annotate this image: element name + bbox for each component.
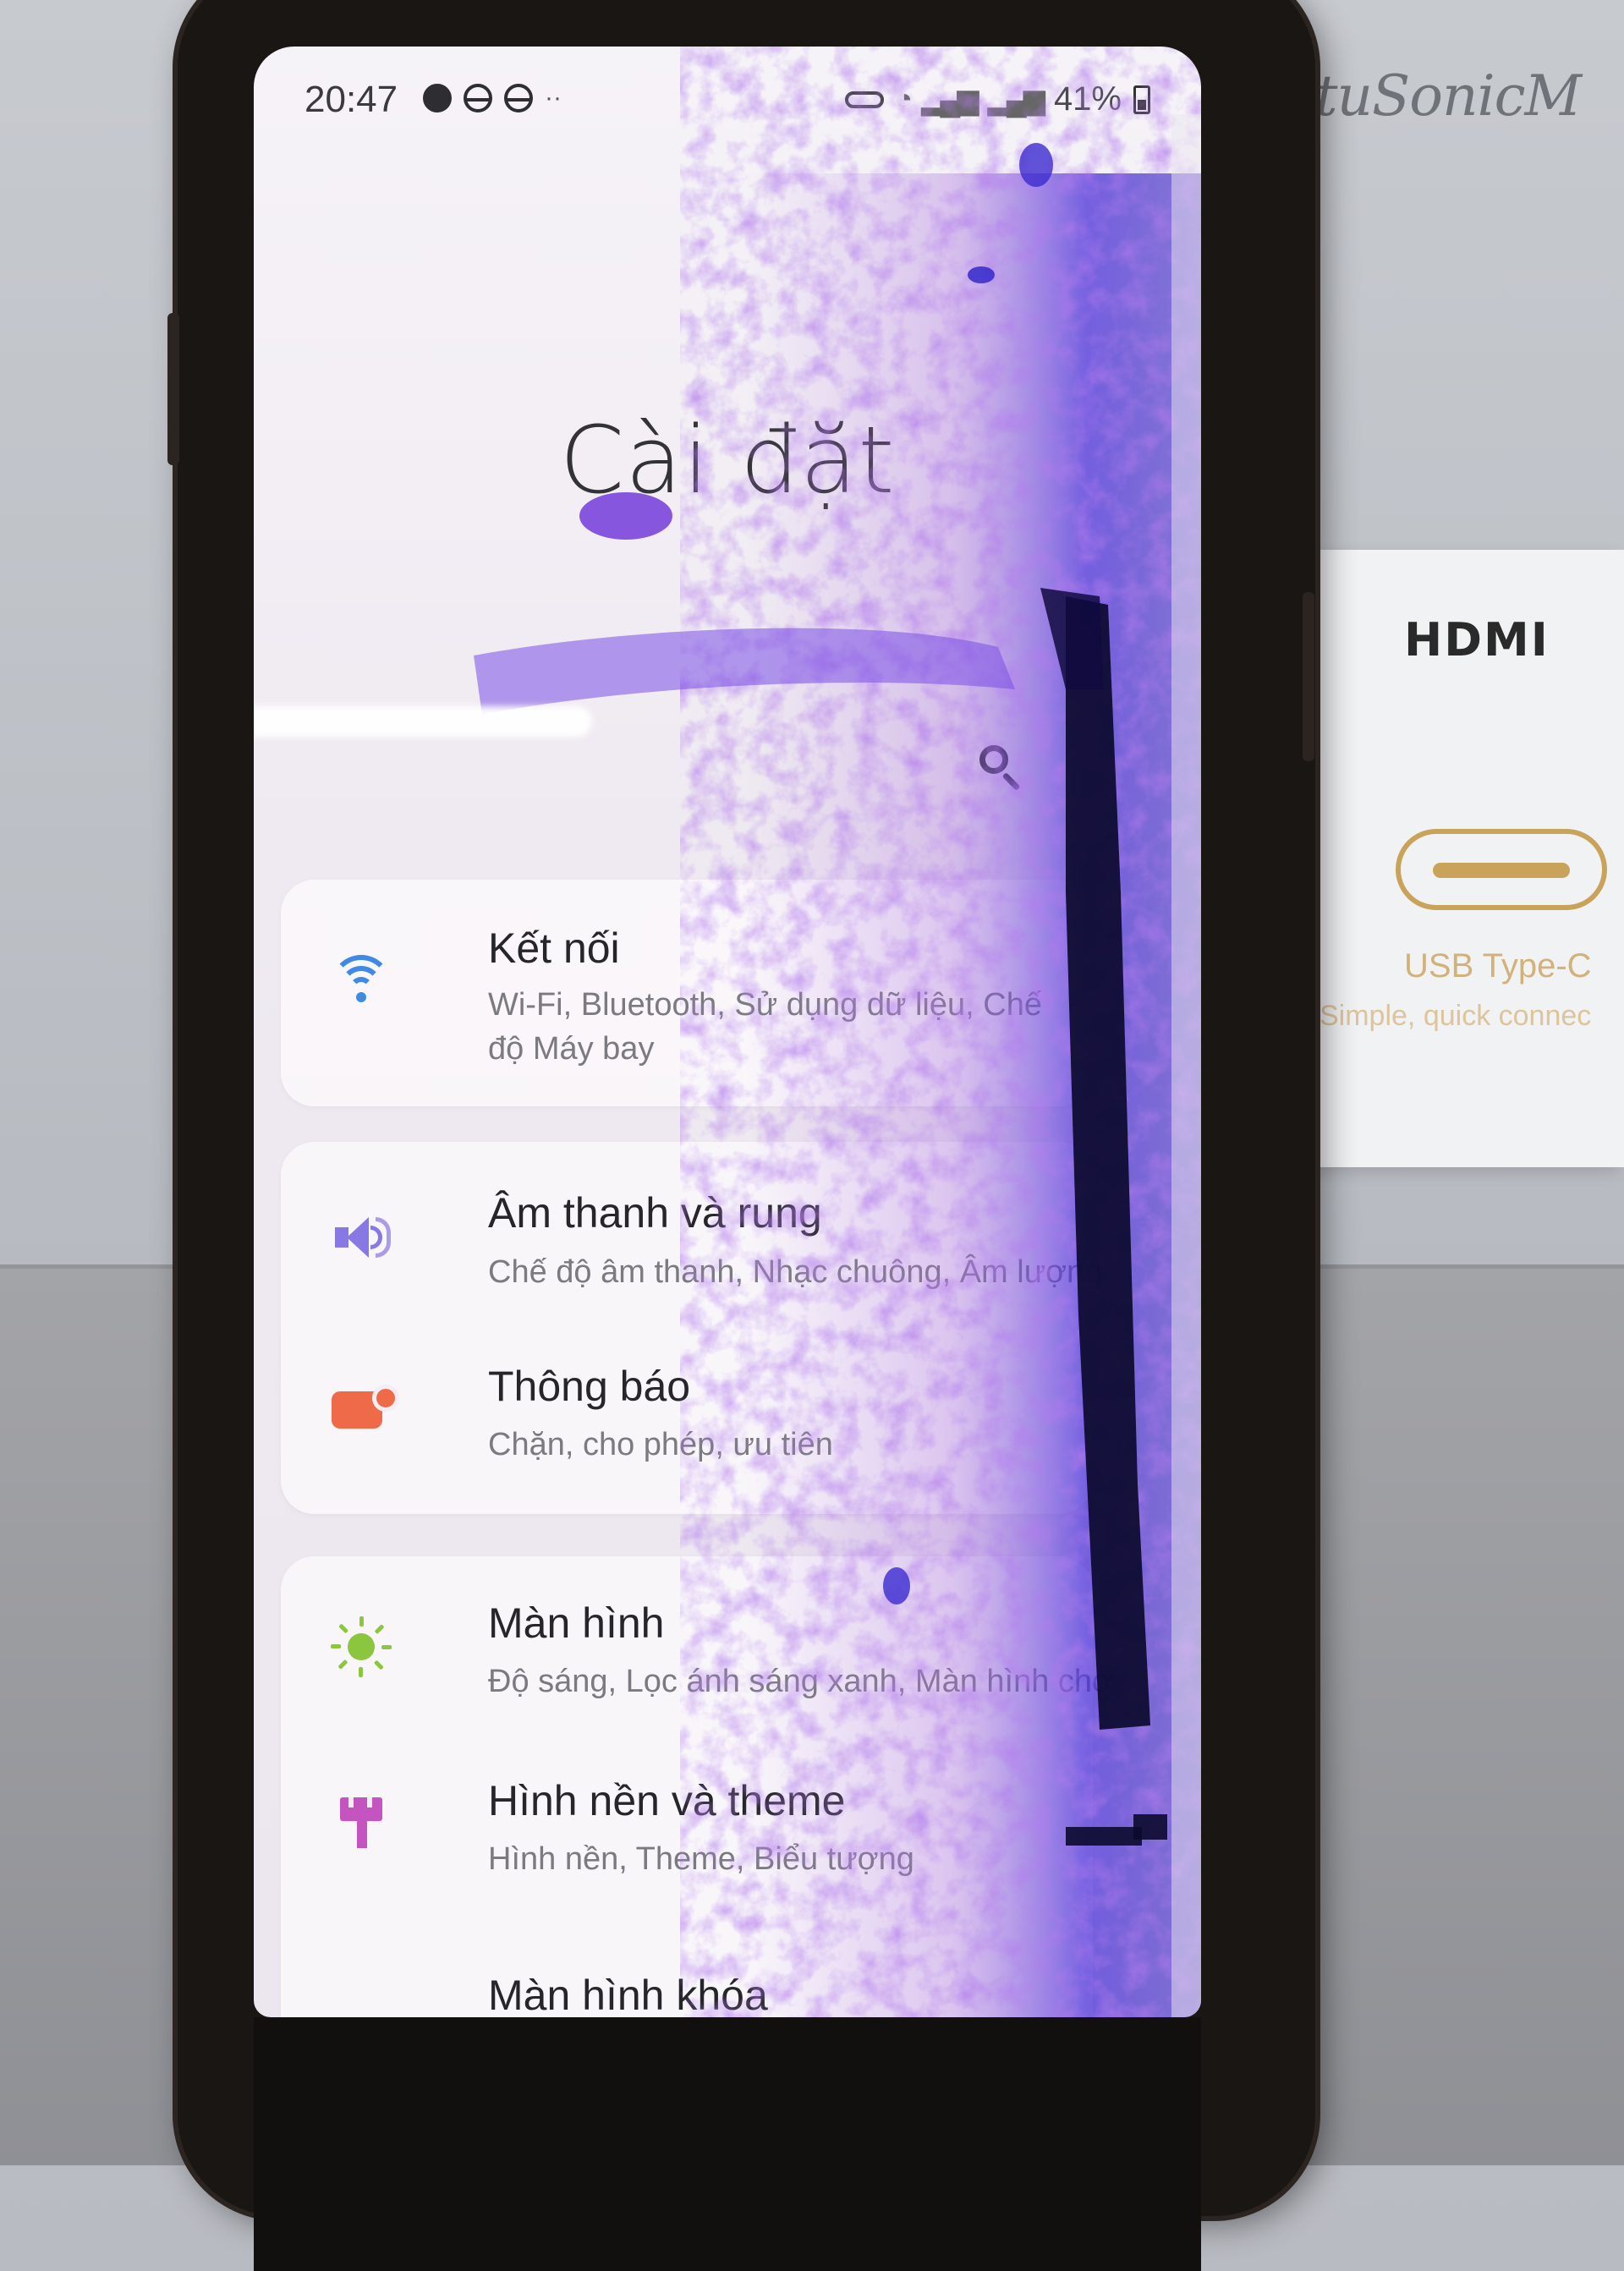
settings-item-title: Hình nền và theme xyxy=(488,1777,846,1824)
hdmi-logo: HDMI xyxy=(1404,613,1550,666)
settings-item-connections[interactable]: Kết nối Wi-Fi, Bluetooth, Sử dụng dữ liệ… xyxy=(281,880,1093,1106)
settings-card-display: Màn hình Độ sáng, Lọc ánh sáng xanh, Màn… xyxy=(281,1556,1113,2017)
background-brand-text: tuSonicM xyxy=(1315,63,1582,129)
signal-icon: ▂▄▆ xyxy=(921,83,979,116)
settings-item-title: Âm thanh và rung xyxy=(488,1189,822,1237)
messenger-icon xyxy=(423,84,452,112)
settings-item-lock-screen[interactable]: Màn hình khóa xyxy=(281,1928,1093,2017)
signal-icon-2: ▂▄▆ xyxy=(987,83,1045,116)
status-time: 20:47 xyxy=(304,79,398,120)
phone-bottom-bezel xyxy=(254,2017,1201,2271)
lock-screen-icon xyxy=(328,1979,394,2017)
settings-item-subtitle: Wi-Fi, Bluetooth, Sử dụng dữ liệu, Chế đ… xyxy=(488,987,1042,1067)
settings-item-subtitle: Độ sáng, Lọc ánh sáng xanh, Màn hình chờ xyxy=(488,1664,1113,1699)
power-button xyxy=(1303,592,1314,761)
paintbrush-icon xyxy=(328,1790,394,1856)
screen-glare xyxy=(254,706,592,737)
settings-item-title: Màn hình xyxy=(488,1599,665,1647)
status-bar: 20:47 ·· ◔ ▂▄▆ ▂▄▆ 41% xyxy=(304,79,1150,129)
settings-item-wallpaper-theme[interactable]: Hình nền và theme Hình nền, Theme, Biểu … xyxy=(281,1742,1093,1928)
settings-item-title: Kết nối xyxy=(488,924,620,972)
settings-item-display[interactable]: Màn hình Độ sáng, Lọc ánh sáng xanh, Màn… xyxy=(281,1556,1113,1742)
settings-item-notifications[interactable]: Thông báo Chặn, cho phép, ưu tiên xyxy=(281,1328,1093,1514)
phone-screen: 20:47 ·· ◔ ▂▄▆ ▂▄▆ 41% Cài đặt Kết nối W… xyxy=(254,47,1201,2017)
brightness-icon xyxy=(328,1614,394,1680)
settings-card-connections: Kết nối Wi-Fi, Bluetooth, Sử dụng dữ liệ… xyxy=(281,880,1093,1106)
half-circle-icon xyxy=(464,84,492,112)
wifi-icon xyxy=(328,947,394,1013)
status-notification-icons: ·· xyxy=(423,84,562,112)
volume-button xyxy=(167,313,179,465)
more-notifications: ·· xyxy=(545,84,562,112)
box-tagline: Simple, quick connec xyxy=(1320,1000,1592,1032)
search-icon[interactable] xyxy=(979,745,1008,774)
settings-item-title: Màn hình khóa xyxy=(488,1972,768,2017)
settings-item-title: Thông báo xyxy=(488,1363,691,1410)
settings-item-subtitle: Chế độ âm thanh, Nhạc chuông, Âm lượng xyxy=(488,1254,1103,1290)
vpn-key-icon xyxy=(844,91,884,108)
status-system-icons: ◔ ▂▄▆ ▂▄▆ 41% xyxy=(844,80,1150,118)
settings-item-subtitle: Hình nền, Theme, Biểu tượng xyxy=(488,1841,914,1877)
settings-item-sound[interactable]: Âm thanh và rung Chế độ âm thanh, Nhạc c… xyxy=(281,1142,1103,1328)
page-title: Cài đặt xyxy=(559,406,896,514)
battery-icon xyxy=(1133,85,1150,114)
battery-percent: 41% xyxy=(1053,80,1122,118)
usb-c-port-illustration xyxy=(1396,829,1607,910)
usb-hdmi-adapter-box: HDMI USB Type-C Simple, quick connec xyxy=(1303,550,1624,1167)
half-circle-icon xyxy=(504,84,533,112)
speaker-icon xyxy=(328,1204,394,1270)
notification-icon xyxy=(328,1375,399,1441)
wifi-status-icon: ◔ xyxy=(895,83,913,115)
settings-card-sound-notifications: Âm thanh và rung Chế độ âm thanh, Nhạc c… xyxy=(281,1142,1103,1514)
usb-type-c-label: USB Type-C xyxy=(1404,947,1592,985)
settings-item-subtitle: Chặn, cho phép, ưu tiên xyxy=(488,1427,833,1462)
